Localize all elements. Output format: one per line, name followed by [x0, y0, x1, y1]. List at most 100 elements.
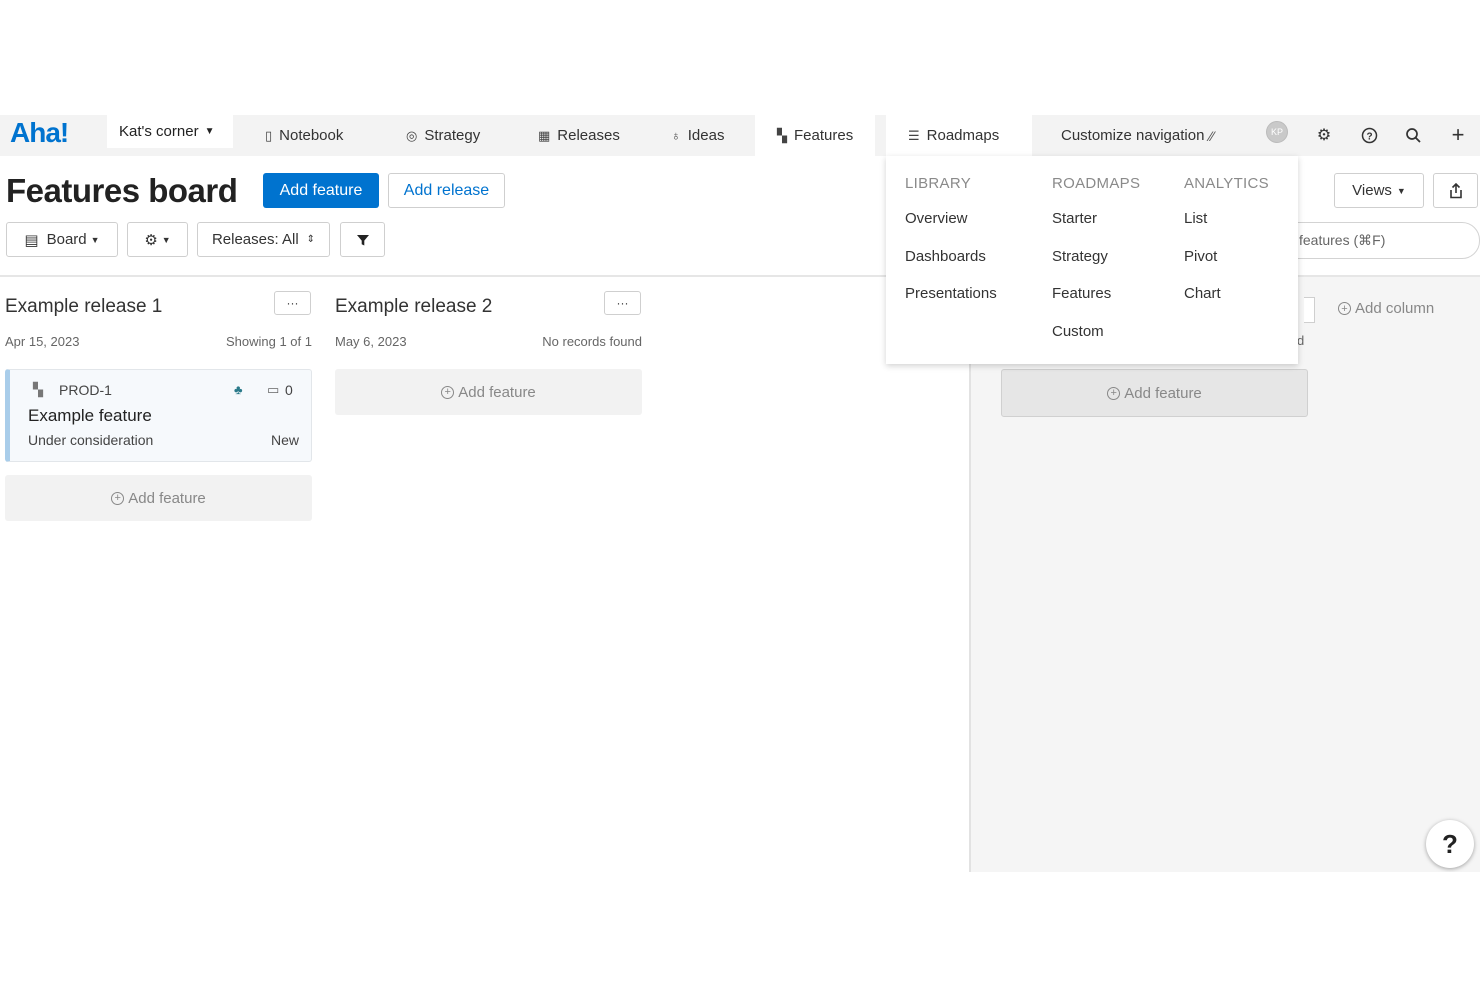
add-feature-button[interactable]: + Add feature	[1001, 369, 1308, 417]
feature-tag: New	[270, 432, 299, 448]
releases-filter-select[interactable]: Releases: All ⇕	[197, 222, 330, 257]
search-icon[interactable]	[1401, 123, 1425, 147]
menu-item-overview[interactable]: Overview	[905, 210, 968, 227]
add-feature-button[interactable]: + Add feature	[5, 475, 312, 521]
add-feature-button[interactable]: + Add feature	[335, 369, 642, 415]
comment-icon[interactable]: ▭	[267, 382, 279, 398]
caret-down-icon: ▼	[161, 234, 171, 245]
caret-down-icon: ▼	[90, 234, 100, 245]
search-placeholder: features (⌘F)	[1299, 232, 1386, 248]
release-date: May 6, 2023	[335, 334, 407, 349]
menu-item-dashboards[interactable]: Dashboards	[905, 248, 986, 265]
roadmap-icon: ☰	[908, 127, 920, 143]
caret-down-icon: ▼	[1396, 185, 1406, 196]
nav-strategy-label: Strategy	[424, 127, 481, 144]
help-circle-icon[interactable]: ?	[1357, 123, 1381, 147]
nav-roadmaps[interactable]: ☰ Roadmaps	[886, 115, 1032, 156]
plus-circle-icon: +	[111, 491, 125, 505]
unassigned-column-area: d + Add feature + Add column	[969, 277, 1480, 872]
add-release-button[interactable]: Add release	[388, 173, 505, 208]
column-status-fragment: d	[1297, 333, 1305, 348]
drag-handle-icon[interactable]: ▚	[33, 382, 43, 398]
board-icon: ▤	[24, 231, 39, 249]
roadmaps-heading: ROADMAPS	[1052, 175, 1141, 192]
menu-item-custom[interactable]: Custom	[1052, 323, 1104, 340]
nav-notebook[interactable]: ▯ Notebook	[265, 115, 343, 156]
feature-id[interactable]: PROD-1	[59, 382, 112, 398]
add-feature-label: Add feature	[458, 383, 536, 401]
aha-logo[interactable]: Aha!	[10, 117, 69, 149]
board-view-dropdown[interactable]: ▤ Board ▼	[6, 222, 118, 257]
nav-notebook-label: Notebook	[279, 127, 344, 144]
share-icon	[1449, 182, 1462, 198]
board-label: Board	[46, 231, 87, 248]
nav-features[interactable]: ▚ Features	[755, 115, 876, 156]
page-title: Features board	[6, 172, 238, 209]
release-date: Apr 15, 2023	[5, 334, 80, 349]
hierarchy-icon[interactable]: ♣	[234, 382, 243, 397]
notebook-icon: ▯	[265, 127, 273, 143]
menu-item-strategy[interactable]: Strategy	[1052, 248, 1108, 265]
grid-icon: ▚	[777, 127, 787, 143]
lightbulb-icon: ♁	[671, 128, 681, 143]
column-menu-button[interactable]: ···	[274, 291, 311, 315]
workspace-name: Kat's corner	[119, 123, 199, 140]
add-feature-label: Add feature	[1124, 384, 1202, 402]
plus-icon[interactable]: +	[1446, 122, 1470, 147]
menu-item-pivot[interactable]: Pivot	[1184, 248, 1217, 265]
views-dropdown[interactable]: Views ▼	[1334, 173, 1424, 208]
plus-circle-icon: +	[441, 385, 455, 399]
menu-item-list[interactable]: List	[1184, 210, 1207, 227]
add-column-label: Add column	[1355, 300, 1435, 317]
comment-count: 0	[285, 382, 293, 398]
filter-icon	[356, 234, 369, 245]
plus-circle-icon: +	[1338, 302, 1351, 315]
release-title[interactable]: Example release 1	[5, 296, 162, 318]
nav-roadmaps-label: Roadmaps	[926, 127, 1000, 144]
release-record-count: Showing 1 of 1	[225, 334, 312, 349]
avatar[interactable]: KP	[1266, 121, 1288, 143]
nav-ideas[interactable]: ♁ Ideas	[671, 115, 724, 156]
sort-icon: ⇕	[306, 234, 316, 245]
views-label: Views	[1352, 182, 1392, 199]
feature-status: Under consideration	[28, 432, 154, 448]
column-menu-fragment	[1304, 297, 1315, 323]
releases-filter-label: Releases: All	[211, 231, 299, 248]
nav-ideas-label: Ideas	[687, 127, 725, 144]
add-column-button[interactable]: + Add column	[1338, 300, 1434, 317]
calendar-icon: ▦	[538, 127, 551, 143]
plus-circle-icon: +	[1107, 386, 1121, 400]
column-menu-button[interactable]: ···	[604, 291, 641, 315]
nav-releases[interactable]: ▦ Releases	[538, 115, 620, 156]
release-record-count: No records found	[542, 334, 642, 349]
feature-card[interactable]: ▚ PROD-1 ♣ ▭ 0 Example feature Under con…	[5, 369, 312, 462]
help-button[interactable]: ?	[1426, 820, 1474, 868]
nav-features-label: Features	[794, 127, 854, 144]
menu-item-features[interactable]: Features	[1052, 285, 1111, 302]
library-heading: LIBRARY	[905, 175, 972, 192]
target-icon: ◎	[406, 127, 418, 143]
feature-title[interactable]: Example feature	[28, 406, 152, 426]
menu-item-chart[interactable]: Chart	[1184, 285, 1221, 302]
settings-icon[interactable]: ⚙	[1312, 123, 1336, 147]
menu-item-starter[interactable]: Starter	[1052, 210, 1097, 227]
add-feature-button[interactable]: Add feature	[263, 173, 379, 208]
analytics-heading: ANALYTICS	[1184, 175, 1269, 192]
nav-releases-label: Releases	[557, 127, 620, 144]
nav-customize-label: Customize navigation	[1061, 127, 1205, 144]
roadmaps-dropdown-menu: LIBRARY Overview Dashboards Presentation…	[886, 156, 1298, 364]
workspace-selector[interactable]: Kat's corner ▼	[107, 115, 233, 148]
gear-icon: ⚙	[144, 231, 158, 249]
nav-customize[interactable]: Customize navigation ⁄⁄	[1061, 115, 1214, 156]
release-title[interactable]: Example release 2	[335, 296, 492, 318]
share-button[interactable]	[1433, 173, 1478, 208]
svg-text:?: ?	[1366, 131, 1372, 142]
add-feature-label: Add feature	[128, 489, 206, 507]
filter-button[interactable]	[340, 222, 385, 257]
top-navigation: Aha! Kat's corner ▼ ▯ Notebook ◎ Strateg…	[0, 115, 1480, 156]
app-window: Aha! Kat's corner ▼ ▯ Notebook ◎ Strateg…	[0, 115, 1480, 872]
nav-strategy[interactable]: ◎ Strategy	[406, 115, 480, 156]
caret-down-icon: ▼	[204, 126, 215, 137]
board-settings-dropdown[interactable]: ⚙ ▼	[127, 222, 188, 257]
menu-item-presentations[interactable]: Presentations	[905, 285, 997, 302]
